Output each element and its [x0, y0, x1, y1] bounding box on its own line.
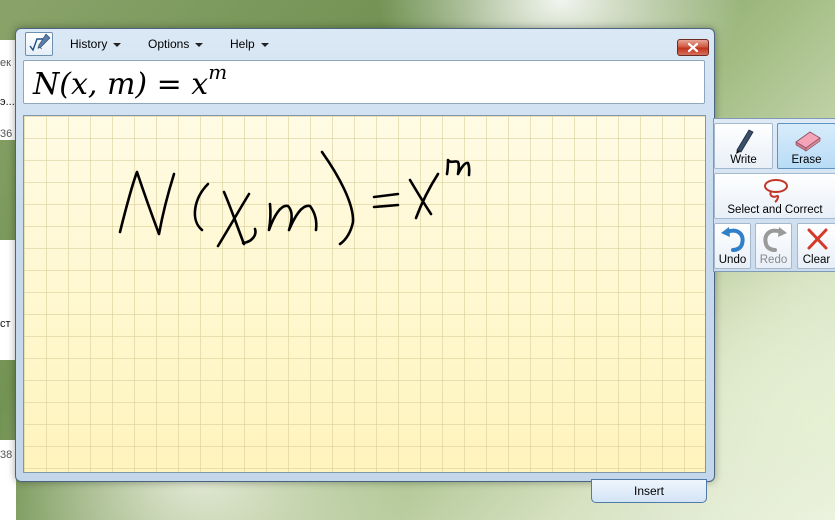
erase-button[interactable]: Erase [777, 123, 835, 169]
clear-x-icon [807, 228, 828, 250]
math-input-icon: x [25, 32, 53, 56]
write-button[interactable]: Write [714, 123, 773, 169]
tool-panel: Write Erase Select and Correct Undo Redo [713, 118, 835, 272]
background-text: 36 [0, 128, 13, 140]
background-text: э... [0, 96, 15, 108]
erase-label: Erase [791, 154, 822, 166]
menu-options-label: Options [148, 37, 190, 51]
formula-preview[interactable]: N(x, m) = xm [23, 60, 705, 104]
menu-help-label: Help [230, 37, 255, 51]
redo-button[interactable]: Redo [755, 223, 792, 269]
redo-label: Redo [759, 254, 788, 266]
menu-options[interactable]: Options [148, 37, 204, 51]
background-text: ек [0, 57, 11, 69]
chevron-down-icon [260, 42, 269, 47]
redo-icon [763, 227, 787, 252]
menu-help[interactable]: Help [230, 37, 269, 51]
formula-base: N(x, m) = x [33, 67, 209, 102]
formula-exponent: m [208, 60, 228, 84]
undo-icon [721, 227, 745, 252]
background-panel [0, 40, 16, 140]
writing-pad[interactable] [23, 115, 706, 473]
pen-icon [736, 129, 754, 154]
close-icon [687, 42, 699, 53]
clear-button[interactable]: Clear [797, 223, 835, 269]
lasso-icon [764, 179, 788, 203]
handwriting-ink [118, 150, 471, 248]
background-text: 38 [0, 449, 13, 461]
insert-button[interactable]: Insert [591, 479, 707, 503]
undo-label: Undo [718, 254, 747, 266]
close-button[interactable] [677, 39, 709, 56]
menu-history-label: History [70, 37, 108, 51]
background-text: ст [0, 318, 11, 330]
chevron-down-icon [195, 42, 204, 47]
select-correct-button[interactable]: Select and Correct [714, 173, 835, 219]
chevron-down-icon [113, 42, 122, 47]
background-panel [0, 240, 16, 360]
menu-history[interactable]: History [70, 37, 122, 51]
formula-preview-text: N(x, m) = xm [33, 60, 227, 102]
math-input-window: x History Options Help N(x, m) = xm [15, 28, 715, 482]
undo-button[interactable]: Undo [714, 223, 751, 269]
select-correct-label: Select and Correct [727, 204, 823, 216]
write-label: Write [730, 154, 757, 166]
clear-label: Clear [802, 254, 831, 266]
eraser-icon [795, 131, 821, 152]
